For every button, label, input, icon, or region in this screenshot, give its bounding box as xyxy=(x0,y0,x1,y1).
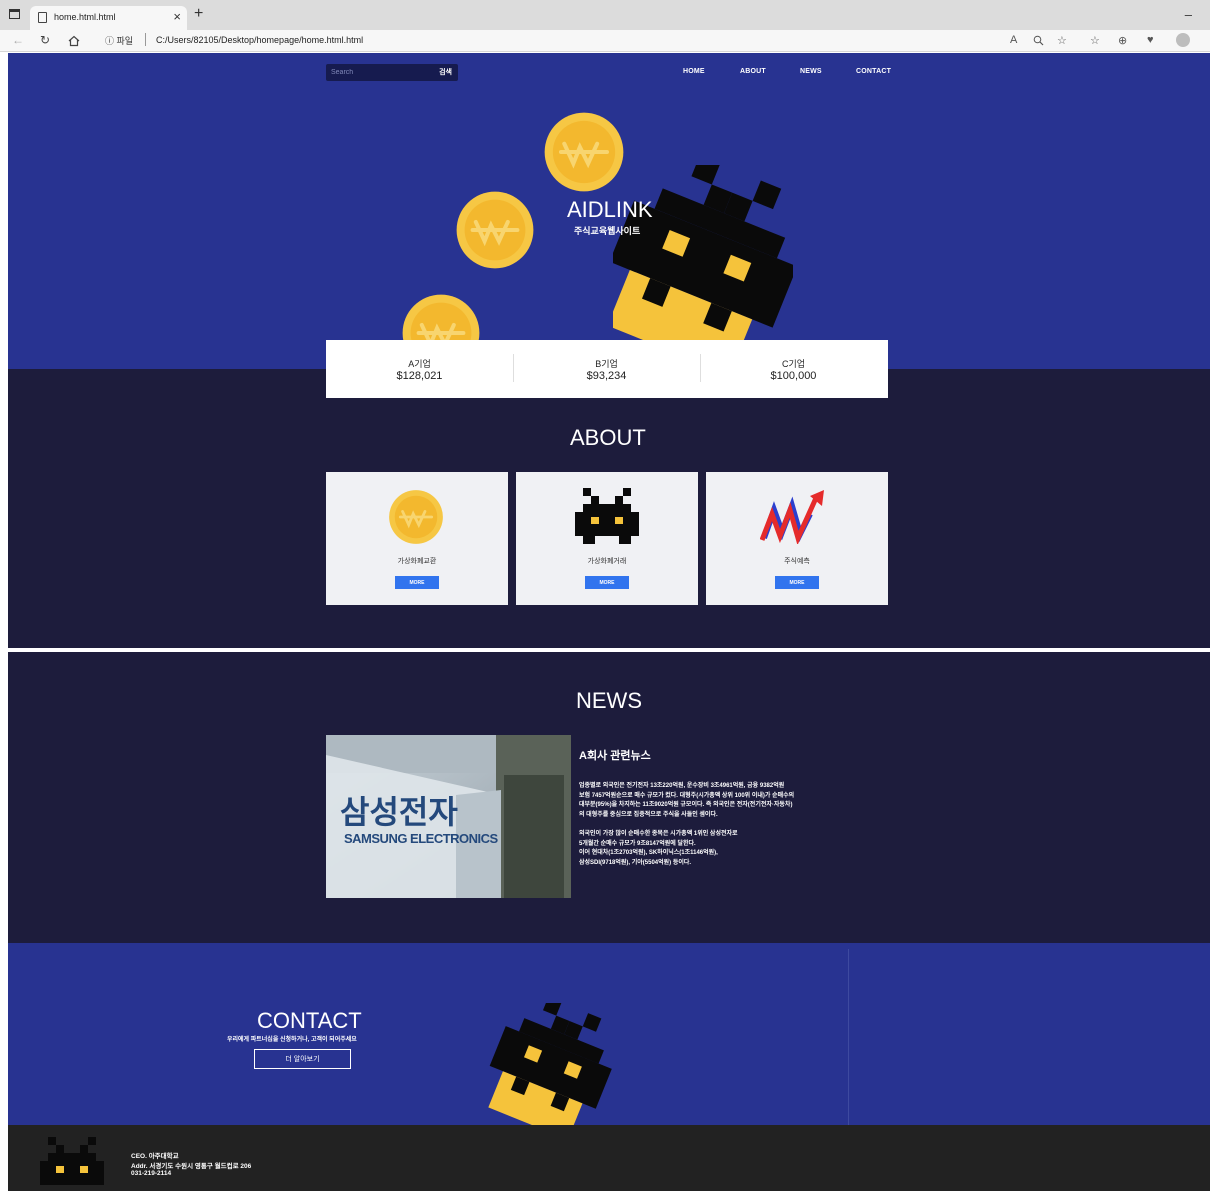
news-paragraph-2: 외국인이 가장 많이 순매수한 종목은 시가총액 1위인 삼성전자로 5개월간 … xyxy=(579,830,839,868)
address-bar[interactable]: C:/Users/82105/Desktop/homepage/home.htm… xyxy=(156,35,363,45)
news-line: 보험 7457억원순으로 매수 규모가 컸다. 대형주(시가총액 상위 100위… xyxy=(579,792,795,799)
news-headline: A회사 관련뉴스 xyxy=(579,750,651,762)
new-tab-icon[interactable]: + xyxy=(194,5,203,23)
tab-title: home.html.html xyxy=(54,12,116,22)
more-button[interactable]: MORE xyxy=(395,576,439,589)
more-button[interactable]: MORE xyxy=(775,576,819,589)
news-title: NEWS xyxy=(576,688,642,713)
collections-icon[interactable]: ⊕ xyxy=(1118,34,1127,47)
nav-about[interactable]: ABOUT xyxy=(740,68,766,75)
pixel-monster-logo-icon xyxy=(40,1137,104,1185)
footer-ceo: CEO. 아주대학교 xyxy=(131,1153,179,1160)
contact-divider xyxy=(848,949,849,1125)
search-box: 검색 xyxy=(326,64,458,81)
news-line: 외국인이 가장 많이 순매수한 종목은 시가총액 1위인 삼성전자로 xyxy=(579,831,738,837)
stock-chart-icon xyxy=(760,490,824,544)
search-input[interactable] xyxy=(326,64,430,81)
hero-section: 검색 HOME ABOUT NEWS CONTACT AIDLINK xyxy=(8,53,1210,369)
news-line: 업종별로 외국인은 전기전자 13조220억원, 운수장비 3조4961억원, … xyxy=(579,783,785,789)
news-line: 의 대형주를 중심으로 집중적으로 주식을 사들인 셈이다. xyxy=(579,811,718,818)
address-separator xyxy=(145,33,146,46)
window-menu-icon[interactable] xyxy=(9,9,20,19)
news-line: 5개월간 순매수 규모가 9조8147억원에 달한다. xyxy=(579,840,696,847)
stat-a: A기업 $128,021 xyxy=(326,340,513,398)
stat-c: C기업 $100,000 xyxy=(700,340,887,398)
search-button[interactable]: 검색 xyxy=(439,67,452,77)
add-favorite-icon[interactable]: ☆ xyxy=(1057,34,1067,47)
pixel-monster-icon xyxy=(575,488,639,544)
contact-title: CONTACT xyxy=(257,1008,362,1033)
footer-phone: 031-219-2114 xyxy=(131,1170,172,1177)
footer: CEO. 아주대학교 Addr. 서경기도 수원시 영통구 월드컵로 206 0… xyxy=(8,1125,1210,1191)
stats-panel: A기업 $128,021 B기업 $93,234 C기업 $100,000 xyxy=(326,340,888,398)
about-card-exchange: 가상화폐교환 MORE xyxy=(326,472,508,605)
reload-icon[interactable]: ↻ xyxy=(40,33,50,47)
health-heart-icon[interactable]: ♥ xyxy=(1147,34,1154,46)
coin-icon xyxy=(389,490,443,544)
stat-name: A기업 xyxy=(408,359,431,369)
minimize-icon[interactable]: – xyxy=(1185,7,1192,22)
about-card-trade: 가상화폐거래 MORE xyxy=(516,472,698,605)
file-icon xyxy=(38,12,47,23)
footer-address: Addr. 서경기도 수원시 영통구 월드컵로 206 xyxy=(131,1163,252,1170)
card-label: 가상화폐거래 xyxy=(587,558,627,565)
read-aloud-icon[interactable]: A xyxy=(1010,34,1017,46)
about-card-predict: 주식예측 MORE xyxy=(706,472,888,605)
contact-section: CONTACT 우리에게 파트너십을 신청하거나, 고객이 되어주세요 더 알아… xyxy=(8,943,1210,1125)
stat-name: B기업 xyxy=(595,359,618,369)
pixel-monster-icon xyxy=(613,165,793,365)
news-image: 삼성전자 SAMSUNG ELECTRONICS xyxy=(326,735,571,898)
stat-value: $128,021 xyxy=(396,370,443,382)
news-line: 이어 현대차(1조2703억원), SK하이닉스(1조1146억원), xyxy=(579,850,718,857)
tab-close-icon[interactable]: × xyxy=(173,9,181,24)
learn-more-button[interactable]: 더 알아보기 xyxy=(254,1049,351,1069)
favorites-icon[interactable]: ☆ xyxy=(1090,34,1100,47)
news-image-text-en: SAMSUNG ELECTRONICS xyxy=(344,831,498,846)
nav-home[interactable]: HOME xyxy=(683,68,705,75)
pixel-monster-icon xyxy=(488,1003,612,1125)
nav-contact[interactable]: CONTACT xyxy=(856,68,891,75)
coin-icon xyxy=(456,191,534,269)
stat-value: $100,000 xyxy=(770,370,817,382)
hero-title: AIDLINK xyxy=(567,197,653,222)
home-icon[interactable] xyxy=(68,35,80,47)
news-image-text-ko: 삼성전자 xyxy=(340,793,458,831)
about-title: ABOUT xyxy=(570,425,646,450)
more-button[interactable]: MORE xyxy=(585,576,629,589)
card-label: 주식예측 xyxy=(784,558,810,565)
hero-subtitle: 주식교육웹사이트 xyxy=(574,226,641,236)
stat-value: $93,234 xyxy=(586,370,627,382)
back-icon[interactable]: ← xyxy=(12,33,24,47)
news-line: 대부분(95%)을 차지하는 11조9020억원 규모이다. 즉 외국인은 전자… xyxy=(579,802,793,809)
browser-toolbar: ← ↻ ⓘ 파일 C:/Users/82105/Desktop/homepage… xyxy=(0,30,1210,52)
card-label: 가상화폐교환 xyxy=(397,558,437,565)
site-info-icon[interactable]: ⓘ 파일 xyxy=(105,34,133,47)
nav-news[interactable]: NEWS xyxy=(800,68,822,75)
profile-avatar[interactable] xyxy=(1176,33,1190,47)
news-line: 삼성SDI(9718억원), 기아(5504억원) 등이다. xyxy=(579,859,692,866)
contact-subtitle: 우리에게 파트너십을 신청하거나, 고객이 되어주세요 xyxy=(227,1037,357,1043)
browser-tab[interactable]: home.html.html × xyxy=(30,6,187,30)
stat-b: B기업 $93,234 xyxy=(513,340,700,398)
news-paragraph-1: 업종별로 외국인은 전기전자 13조220억원, 운수장비 3조4961억원, … xyxy=(579,782,839,820)
stat-name: C기업 xyxy=(781,359,806,369)
zoom-icon[interactable] xyxy=(1033,35,1044,46)
browser-titlebar: home.html.html × + – xyxy=(0,0,1210,30)
